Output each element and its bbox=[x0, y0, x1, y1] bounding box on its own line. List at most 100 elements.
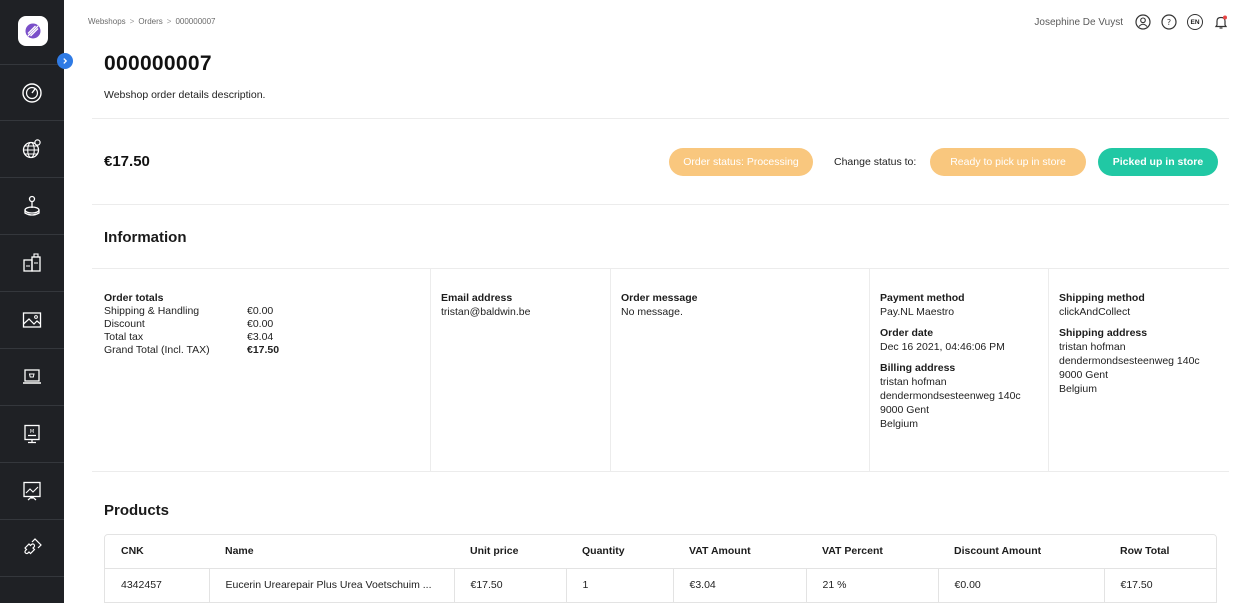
logo-icon[interactable] bbox=[18, 16, 48, 46]
column-header-name[interactable]: Name bbox=[209, 535, 454, 569]
sidebar-item-plugins[interactable] bbox=[0, 520, 64, 577]
cell-discount-amount: €0.00 bbox=[938, 568, 1105, 602]
shipping-address-line: 9000 Gent bbox=[1059, 369, 1109, 381]
column-header-quantity[interactable]: Quantity bbox=[566, 535, 673, 569]
language-switcher[interactable]: EN bbox=[1187, 14, 1203, 30]
totals-row: Discount €0.00 bbox=[104, 318, 430, 331]
sidebar-expand-icon[interactable] bbox=[57, 53, 73, 69]
cell-row-total: €17.50 bbox=[1120, 579, 1153, 592]
webshop-icon bbox=[23, 369, 41, 384]
billing-address-line: 9000 Gent bbox=[880, 404, 930, 416]
column-header-discount-amount[interactable]: Discount Amount bbox=[938, 535, 1104, 569]
order-status-badge: Order status: Processing bbox=[669, 148, 813, 176]
globe-icon bbox=[22, 139, 41, 159]
page-description: Webshop order details description. bbox=[104, 89, 266, 101]
shipping-method-value: clickAndCollect bbox=[1059, 306, 1131, 318]
email-value: tristan@baldwin.be bbox=[441, 306, 531, 318]
display-icon: M bbox=[24, 424, 40, 444]
column-header-vat-percent[interactable]: VAT Percent bbox=[806, 535, 938, 569]
joystick-icon bbox=[24, 195, 40, 216]
email-section: Email address tristan@baldwin.be bbox=[431, 269, 611, 471]
breadcrumb-orders[interactable]: Orders bbox=[138, 17, 162, 26]
totals-row-grand: Grand Total (Incl. TAX) €17.50 bbox=[104, 344, 430, 357]
order-date-value: Dec 16 2021, 04:46:06 PM bbox=[880, 341, 1005, 353]
breadcrumb-separator: > bbox=[129, 17, 135, 26]
sidebar-item-webshops[interactable] bbox=[0, 121, 64, 178]
cell-quantity: 1 bbox=[566, 568, 674, 602]
sidebar-item-products[interactable] bbox=[0, 235, 64, 292]
order-totals-table: Shipping & Handling €0.00 Discount €0.00… bbox=[104, 305, 430, 357]
cell-cnk: 4342457 bbox=[105, 568, 210, 602]
totals-value: €3.04 bbox=[247, 331, 274, 343]
page-title: 000000007 bbox=[104, 52, 212, 75]
media-icon bbox=[22, 312, 42, 328]
user-profile-icon[interactable] bbox=[1135, 14, 1151, 30]
shipping-address-line: tristan hofman bbox=[1059, 341, 1126, 353]
plugin-icon bbox=[24, 538, 42, 555]
sidebar-item-dashboard[interactable] bbox=[0, 64, 64, 121]
user-bar: Josephine De Vuyst ? EN bbox=[1034, 14, 1229, 30]
svg-text:?: ? bbox=[1167, 18, 1171, 27]
column-header-unit-price[interactable]: Unit price bbox=[454, 535, 566, 569]
presentation-icon bbox=[23, 481, 41, 501]
totals-value: €17.50 bbox=[247, 344, 280, 356]
cell-unit-price: €17.50 bbox=[454, 568, 567, 602]
information-title: Information bbox=[104, 229, 187, 246]
divider bbox=[92, 471, 1229, 472]
email-label: Email address bbox=[441, 292, 513, 304]
table-header-row: CNK Name Unit price Quantity VAT Amount … bbox=[105, 535, 1216, 569]
sidebar-item-games[interactable] bbox=[0, 178, 64, 235]
totals-value: €0.00 bbox=[247, 305, 274, 317]
dashboard-icon bbox=[22, 82, 42, 103]
change-status-label: Change status to: bbox=[834, 156, 917, 168]
totals-row: Shipping & Handling €0.00 bbox=[104, 305, 430, 318]
payment-method-value: Pay.NL Maestro bbox=[880, 306, 955, 318]
products-table: CNK Name Unit price Quantity VAT Amount … bbox=[104, 534, 1217, 603]
cell-name: Eucerin Urearepair Plus Urea Voetschuim … bbox=[209, 568, 455, 602]
breadcrumb: Webshops > Orders > 000000007 bbox=[88, 17, 216, 26]
order-message-value: No message. bbox=[621, 306, 683, 318]
sidebar-item-presentation[interactable] bbox=[0, 463, 64, 520]
table-row[interactable]: 4342457 Eucerin Urearepair Plus Urea Voe… bbox=[105, 568, 1216, 602]
picked-up-button[interactable]: Picked up in store bbox=[1098, 148, 1218, 176]
payment-method-label: Payment method bbox=[880, 292, 965, 304]
sidebar-item-display[interactable]: M bbox=[0, 406, 64, 463]
products-title: Products bbox=[104, 502, 170, 519]
payment-section: Payment method Pay.NL Maestro Order date… bbox=[870, 269, 1049, 471]
notification-bell-icon[interactable] bbox=[1213, 14, 1229, 30]
totals-key: Grand Total (Incl. TAX) bbox=[104, 344, 210, 356]
totals-row: Total tax €3.04 bbox=[104, 331, 430, 344]
breadcrumb-webshops[interactable]: Webshops bbox=[88, 17, 126, 26]
shipping-method-label: Shipping method bbox=[1059, 292, 1145, 304]
message-section: Order message No message. bbox=[611, 269, 870, 471]
sidebar-item-webshop[interactable] bbox=[0, 349, 64, 406]
column-header-cnk[interactable]: CNK bbox=[105, 535, 209, 569]
order-date-label: Order date bbox=[880, 327, 934, 339]
divider bbox=[92, 118, 1229, 119]
breadcrumb-current: 000000007 bbox=[175, 17, 216, 26]
billing-address-label: Billing address bbox=[880, 362, 956, 374]
breadcrumb-separator: > bbox=[166, 17, 172, 26]
totals-key: Total tax bbox=[104, 331, 144, 343]
totals-key: Discount bbox=[104, 318, 145, 330]
cell-vat-amount: €3.04 bbox=[673, 568, 807, 602]
shipping-address-label: Shipping address bbox=[1059, 327, 1148, 339]
svg-text:M: M bbox=[30, 429, 34, 435]
order-totals-label: Order totals bbox=[104, 292, 164, 304]
sidebar: M bbox=[0, 0, 73, 603]
cell-vat-percent: 21 % bbox=[806, 568, 939, 602]
billing-address-line: tristan hofman bbox=[880, 376, 947, 388]
shipping-address-line: dendermondsesteenweg 140c bbox=[1059, 355, 1200, 367]
shipping-section: Shipping method clickAndCollect Shipping… bbox=[1049, 269, 1229, 471]
divider bbox=[92, 204, 1229, 205]
ready-to-pick-up-button[interactable]: Ready to pick up in store bbox=[930, 148, 1086, 176]
billing-address-line: Belgium bbox=[880, 418, 918, 430]
order-total: €17.50 bbox=[104, 153, 150, 170]
totals-key: Shipping & Handling bbox=[104, 305, 200, 317]
help-icon[interactable]: ? bbox=[1161, 14, 1177, 30]
totals-value: €0.00 bbox=[247, 318, 274, 330]
user-name[interactable]: Josephine De Vuyst bbox=[1034, 17, 1123, 28]
column-header-vat-amount[interactable]: VAT Amount bbox=[673, 535, 806, 569]
column-header-row-total[interactable]: Row Total bbox=[1104, 535, 1216, 569]
sidebar-item-media[interactable] bbox=[0, 292, 64, 349]
